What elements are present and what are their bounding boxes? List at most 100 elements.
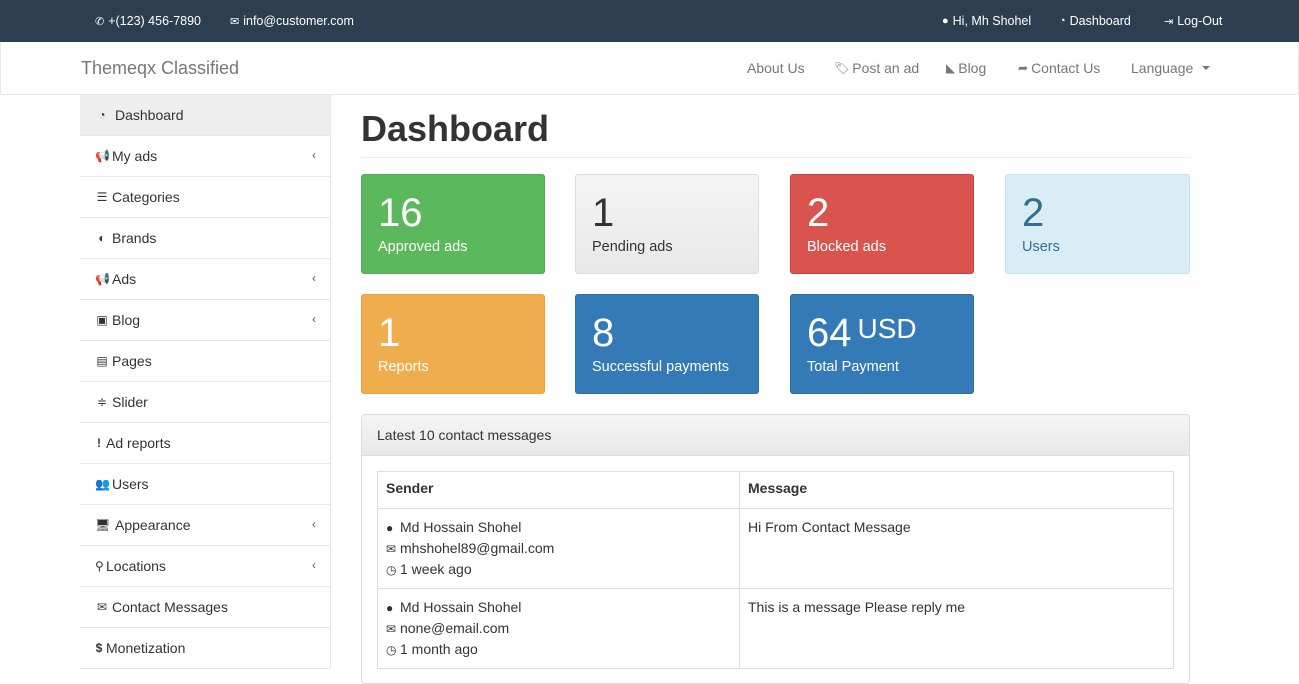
sidebar-item-appearance[interactable]: 🖥 Appearance ‹ (80, 505, 330, 546)
sender-name-line: ● Md Hossain Shohel (386, 517, 731, 538)
sidebar-item-label: Users (112, 476, 149, 492)
sidebar-item-contact-messages[interactable]: ✉ Contact Messages (80, 587, 330, 628)
sidebar-item-locations[interactable]: ⚲ Locations ‹ (80, 546, 330, 587)
clock-icon: ◷ (386, 563, 397, 577)
stat-label: Pending ads (592, 239, 673, 255)
sidebar-item-monetization[interactable]: $ Monetization (80, 628, 330, 669)
chevron-left-icon: ‹ (312, 517, 316, 531)
nav-about-us[interactable]: About Us (747, 42, 805, 94)
sidebar-item-pages[interactable]: ▤ Pages (80, 341, 330, 382)
email-info: ✉ info@customer.com (230, 0, 354, 42)
user-greeting-link[interactable]: ● Hi, Mh Shohel (942, 0, 1031, 42)
nav-post-ad-label: Post an ad (852, 60, 920, 76)
stat-value: 64 (807, 311, 852, 355)
sidebar-item-label: Appearance (115, 517, 191, 533)
sidebar-item-slider[interactable]: ≑ Slider (80, 382, 330, 423)
sender-email[interactable]: none@email.com (400, 620, 509, 636)
nav-blog-label: Blog (958, 60, 987, 76)
nav-about-label: About Us (747, 60, 805, 76)
map-marker-icon: ⚲ (95, 559, 104, 573)
nav-contact-label: Contact Us (1031, 60, 1101, 76)
sidebar-item-categories[interactable]: ☰ Categories (80, 177, 330, 218)
sender-name: Md Hossain Shohel (400, 519, 522, 535)
panel-heading: Latest 10 contact messages (362, 415, 1189, 456)
chevron-left-icon: ‹ (312, 312, 316, 326)
sidebar-item-label: Dashboard (115, 107, 184, 123)
stat-unit: USD (857, 313, 917, 344)
sliders-icon: ≑ (96, 395, 108, 409)
sender-email[interactable]: mhshohel89@gmail.com (400, 540, 554, 556)
stat-pending-ads: 1 Pending ads (575, 174, 759, 274)
sidebar-item-brands[interactable]: ◐ Brands (80, 218, 330, 259)
stat-value: 1 (592, 191, 615, 235)
stat-value-wrapper: 64 USD (807, 309, 957, 357)
sidebar-item-label: Ads (112, 271, 137, 287)
sidebar-item-blog[interactable]: ▣ Blog ‹ (80, 300, 330, 341)
stat-label: Successful payments (592, 359, 730, 375)
messages-table: Sender Message ● Md Hossain Shohel ✉ mhsho… (377, 471, 1174, 669)
stat-value: 1 (378, 311, 401, 355)
stat-value: 16 (378, 191, 423, 235)
sidebar-item-label: Ad reports (106, 435, 171, 451)
stat-blocked-ads: 2 Blocked ads (790, 174, 974, 274)
list-icon: ☰ (96, 190, 108, 204)
chevron-left-icon: ‹ (312, 271, 316, 285)
stat-approved-ads: 16 Approved ads (361, 174, 545, 274)
top-dashboard-link[interactable]: ◔ Dashboard (1059, 0, 1131, 42)
sidebar-item-ad-reports[interactable]: ! Ad reports (80, 423, 330, 464)
sender-email-line: ✉ mhshohel89@gmail.com (386, 538, 731, 559)
sidebar-item-label: My ads (112, 148, 158, 164)
clock-icon: ◷ (386, 643, 397, 657)
sidebar-item-label: Monetization (106, 640, 186, 656)
sidebar-item-ads[interactable]: 📢 Ads ‹ (80, 259, 330, 300)
logout-label: Log-Out (1177, 14, 1223, 28)
sender-name-line: ● Md Hossain Shohel (386, 597, 731, 618)
table-row: ● Md Hossain Shohel ✉ none@email.com ◷ 1 mo… (377, 588, 1174, 669)
stat-value: 8 (592, 311, 615, 355)
sender-email-line: ✉ none@email.com (386, 618, 731, 639)
sender-cell: ● Md Hossain Shohel ✉ none@email.com ◷ 1 mo… (377, 588, 740, 669)
stat-value: 2 (1022, 191, 1045, 235)
sender-time-line: ◷ 1 month ago (386, 639, 731, 660)
nav-language-dropdown[interactable]: Language (1131, 42, 1211, 94)
nav-blog[interactable]: ◣ Blog (946, 42, 986, 94)
stat-reports: 1 Reports (361, 294, 545, 394)
stat-label: Users (1022, 239, 1060, 255)
sidebar-item-label: Contact Messages (112, 599, 228, 615)
file-word-icon: ▤ (96, 354, 108, 368)
stat-successful-payments: 8 Successful payments (575, 294, 759, 394)
envelope-icon: ✉ (230, 15, 240, 28)
envelope-icon: ✉ (96, 600, 108, 614)
chevron-left-icon: ‹ (312, 558, 316, 572)
message-cell: Hi From Contact Message (739, 508, 1174, 589)
sidebar-item-dashboard[interactable]: ◔ Dashboard (80, 95, 330, 136)
rss-icon: ▣ (96, 313, 108, 327)
message-cell: This is a message Please reply me (739, 588, 1174, 669)
stat-label: Reports (378, 359, 429, 375)
dashboard-icon: ◔ (98, 108, 106, 122)
adjust-icon: ◐ (98, 231, 106, 245)
user-icon: ● (386, 521, 394, 535)
stat-label: Approved ads (378, 239, 468, 255)
main-navbar: Themeqx Classified About Us 🏷 Post an ad… (0, 42, 1299, 95)
envelope-icon: ✉ (386, 622, 397, 636)
sidebar-item-label: Brands (112, 230, 157, 246)
users-icon: 👥 (95, 477, 110, 491)
brand-logo[interactable]: Themeqx Classified (81, 42, 239, 94)
envelope-icon: ✉ (386, 542, 397, 556)
user-greeting: Hi, Mh Shohel (952, 14, 1032, 28)
nav-post-ad[interactable]: 🏷 Post an ad (834, 42, 919, 94)
nav-language-label: Language (1131, 60, 1194, 76)
sidebar-item-my-ads[interactable]: 📢 My ads ‹ (80, 136, 330, 177)
nav-contact-us[interactable]: ➦ Contact Us (1018, 42, 1100, 94)
column-header-message: Message (739, 471, 1174, 509)
logout-link[interactable]: ⇥ Log-Out (1164, 0, 1222, 42)
sidebar-item-label: Pages (112, 353, 152, 369)
page-title: Dashboard (361, 95, 1190, 158)
dashboard-icon: ◔ (1059, 15, 1066, 27)
sidebar-item-users[interactable]: 👥 Users (80, 464, 330, 505)
top-dashboard-label: Dashboard (1069, 14, 1131, 28)
contact-messages-panel: Latest 10 contact messages Sender Messag… (361, 414, 1190, 684)
dollar-icon: $ (95, 641, 103, 655)
chevron-left-icon: ‹ (312, 148, 316, 162)
